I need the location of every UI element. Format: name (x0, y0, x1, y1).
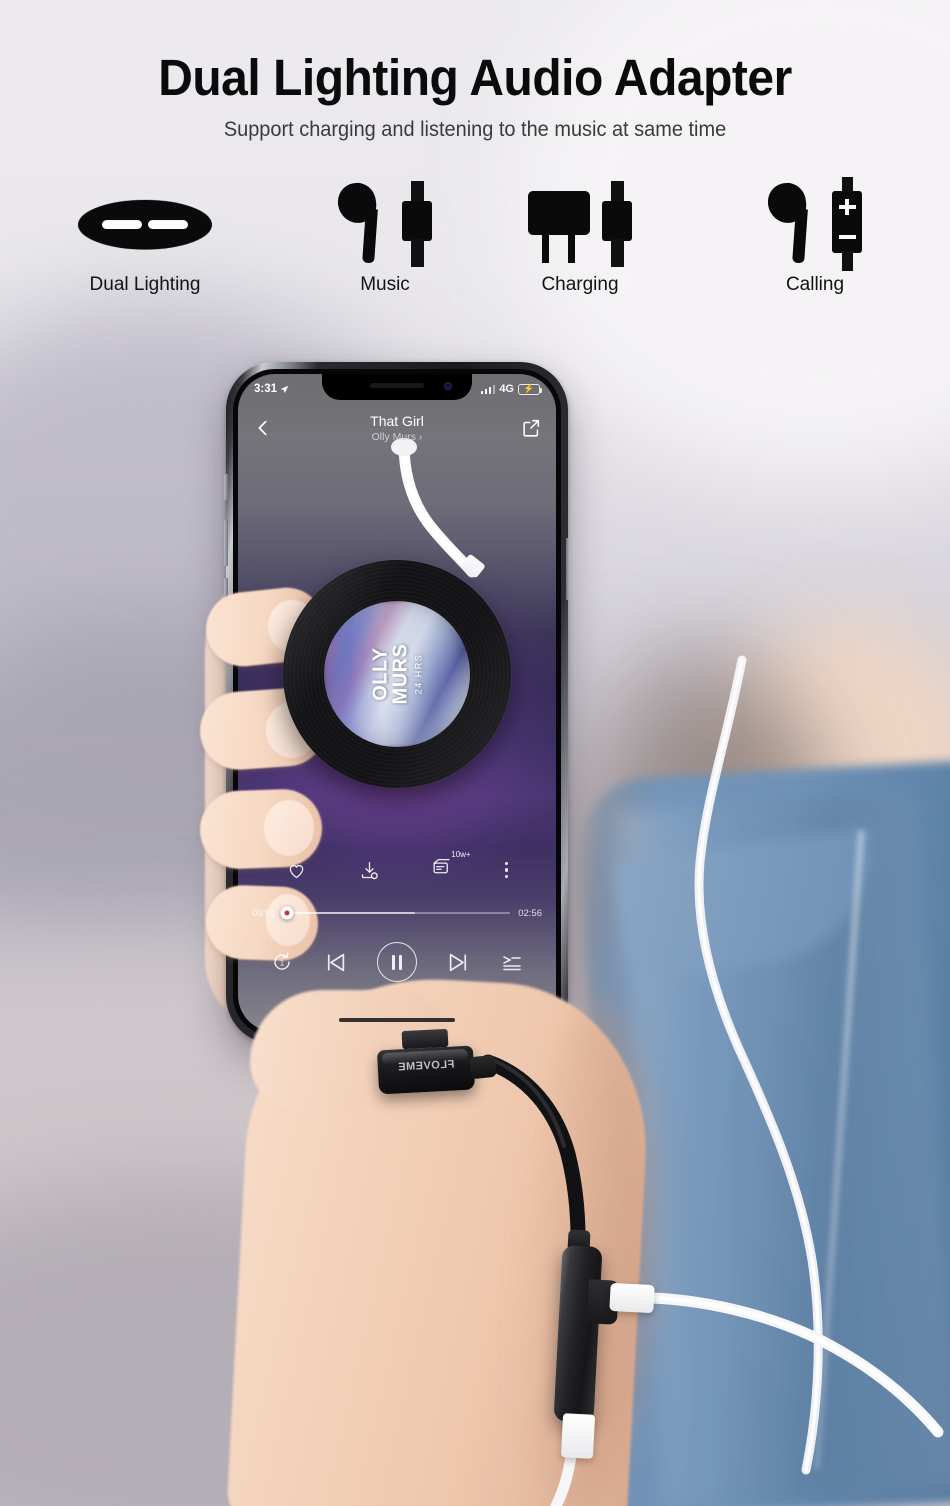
comment-count-badge: 10w+ (451, 850, 471, 859)
download-icon[interactable] (359, 860, 380, 881)
splitter-body (553, 1245, 603, 1423)
page-title: Dual Lighting Audio Adapter (158, 49, 792, 106)
earbud-connector-icon (290, 178, 480, 270)
skip-back-icon[interactable] (322, 949, 349, 976)
playback-progress: 00:01 02:56 (238, 902, 556, 924)
phone-mute-switch[interactable] (224, 474, 228, 500)
song-title: That Girl (370, 412, 424, 429)
phone-volume-up-button[interactable] (224, 520, 228, 566)
more-vertical-icon[interactable] (504, 861, 509, 879)
feature-calling: Calling (680, 177, 950, 313)
status-time: 3:31 (254, 383, 278, 395)
progress-track[interactable] (280, 906, 511, 920)
fingernail (264, 800, 314, 856)
pause-icon[interactable] (377, 942, 417, 982)
feature-label-dual-lighting: Dual Lighting (89, 274, 201, 295)
adapter-cable-neck (468, 1054, 498, 1080)
lightning-audio-adapter: FLOVEME (376, 1028, 498, 1098)
white-lightning-plug-bottom (560, 1413, 596, 1459)
player-action-row: 10w+ (238, 850, 556, 890)
battery-charging-icon: ⚡ (518, 383, 542, 395)
dual-lighting-adapter-icon (0, 178, 290, 270)
feature-label-charging: Charging (541, 274, 619, 295)
feature-charging: Charging (480, 178, 680, 313)
progress-buffered (283, 912, 416, 914)
skip-forward-icon[interactable] (445, 949, 472, 976)
phone-power-button[interactable] (566, 538, 570, 600)
player-header: That Girl Olly Murs › (238, 406, 556, 450)
feature-row: Dual Lighting Music Charging Calling (0, 177, 950, 313)
duration-time: 02:56 (518, 907, 542, 919)
signal-bars-icon (480, 384, 496, 394)
share-icon[interactable] (520, 417, 542, 439)
album-artist-line-2: MURS (389, 643, 412, 705)
feature-label-music: Music (360, 274, 410, 295)
vinyl-record-icon[interactable]: OLLY MURS 24 HRS (283, 560, 511, 788)
location-arrow-icon (280, 385, 289, 393)
feature-label-calling: Calling (785, 274, 845, 295)
now-playing-titles: That Girl Olly Murs › (274, 413, 520, 443)
earbud-remote-icon (680, 177, 950, 271)
album-art-text: OLLY MURS 24 HRS (369, 643, 424, 705)
wall-plug-connector-icon (480, 178, 680, 270)
album-artist-line-1: OLLY (369, 647, 392, 701)
elapsed-time: 00:01 (252, 907, 276, 919)
feature-music: Music (290, 178, 480, 313)
transport-controls: 1 (238, 936, 556, 988)
page-subtitle: Support charging and listening to the mu… (223, 118, 727, 141)
svg-text:1: 1 (280, 959, 285, 968)
playlist-icon[interactable] (500, 950, 524, 974)
network-type-label: 4G (499, 383, 514, 395)
repeat-one-icon[interactable]: 1 (270, 950, 294, 974)
status-bar: 3:31 4G ⚡ (238, 378, 556, 400)
album-title-line: 24 HRS (413, 653, 424, 695)
chevron-left-icon[interactable] (252, 417, 274, 439)
white-lightning-plug-side (609, 1282, 655, 1314)
artist-name[interactable]: Olly Murs › (274, 431, 520, 443)
progress-knob[interactable] (280, 906, 294, 920)
feature-dual-lighting: Dual Lighting (0, 178, 290, 313)
home-indicator (339, 1018, 455, 1022)
product-banner: Dual Lighting Audio Adapter Support char… (0, 0, 950, 1506)
heart-icon[interactable] (286, 860, 307, 881)
cable-splitter (548, 1228, 655, 1459)
comment-icon[interactable]: 10w+ (431, 850, 471, 883)
